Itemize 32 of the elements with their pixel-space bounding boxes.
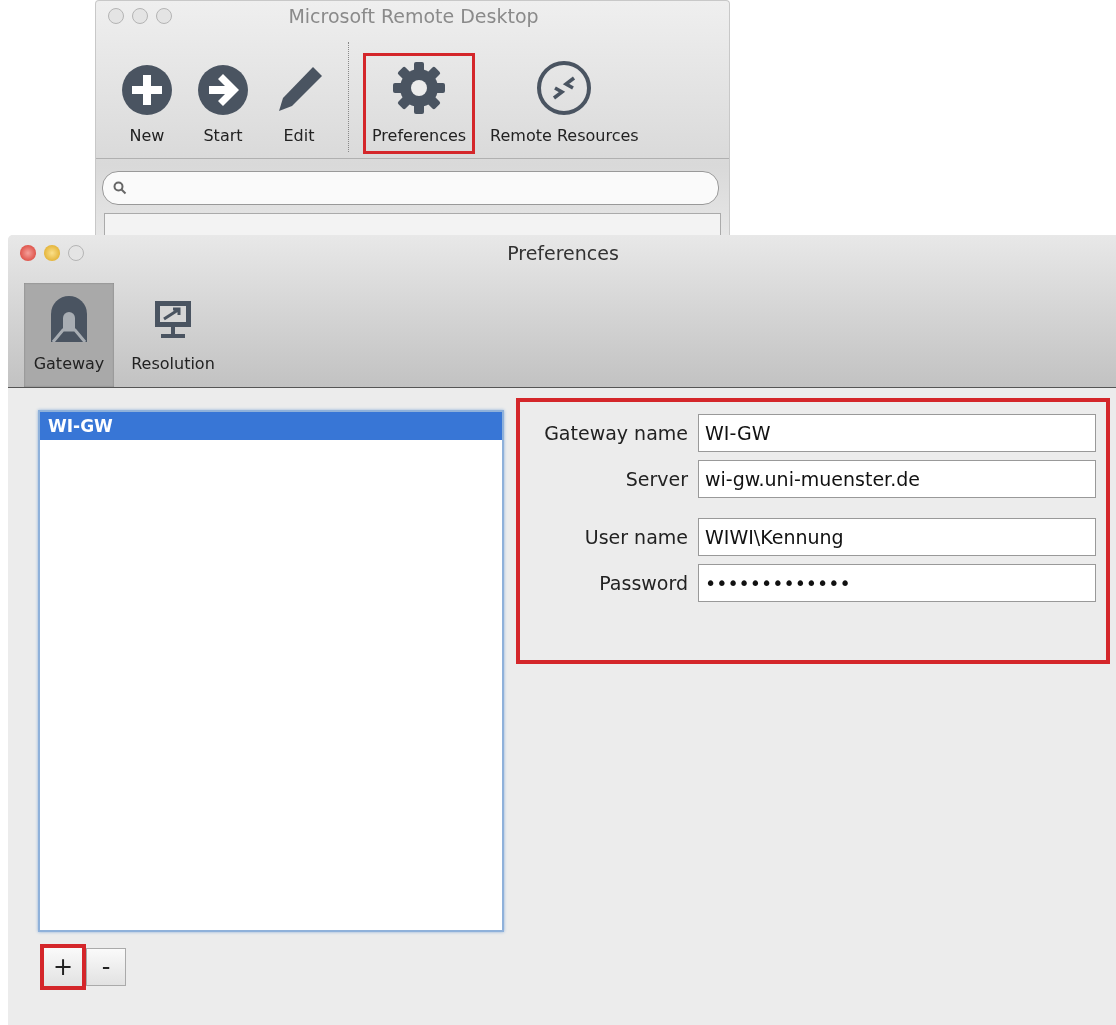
zoom-button[interactable]: [68, 245, 84, 261]
field-label: Server: [624, 468, 688, 490]
toolbar-tab[interactable]: Gateway: [24, 283, 114, 387]
toolbar-button[interactable]: Start: [188, 57, 258, 154]
remove-button[interactable]: -: [86, 948, 126, 986]
zoom-button[interactable]: [156, 8, 172, 24]
remote-icon: [536, 60, 593, 116]
add-button[interactable]: +: [40, 944, 86, 990]
field-label: Gateway name: [543, 422, 688, 444]
toolbar-button[interactable]: Remote Resources: [481, 53, 648, 154]
close-button[interactable]: [20, 245, 36, 261]
list-item[interactable]: WI-GW: [40, 412, 502, 440]
search-icon: [113, 181, 127, 195]
plus-icon: [121, 64, 173, 116]
tunnel-icon: [49, 296, 89, 342]
input-field[interactable]: •••••••••••••: [698, 564, 1096, 602]
minimize-button[interactable]: [132, 8, 148, 24]
close-button[interactable]: [108, 8, 124, 24]
input-field[interactable]: WIWI\Kennung: [698, 518, 1096, 556]
window-title: Microsoft Remote Desktop: [288, 5, 540, 27]
toolbar-button[interactable]: Edit: [264, 57, 334, 154]
search-field[interactable]: [102, 171, 719, 205]
settings-icon: [391, 60, 448, 116]
window-title: Preferences: [507, 242, 620, 264]
toolbar-button[interactable]: Preferences: [363, 53, 476, 154]
toolbar-tab[interactable]: Resolution: [120, 283, 226, 387]
field-label: Password: [598, 572, 688, 594]
minimize-button[interactable]: [44, 245, 60, 261]
toolbar-button[interactable]: New: [112, 57, 182, 154]
field-label: User name: [583, 526, 688, 548]
input-field[interactable]: wi-gw.uni-muenster.de: [698, 460, 1096, 498]
input-field[interactable]: WI-GW: [698, 414, 1096, 452]
